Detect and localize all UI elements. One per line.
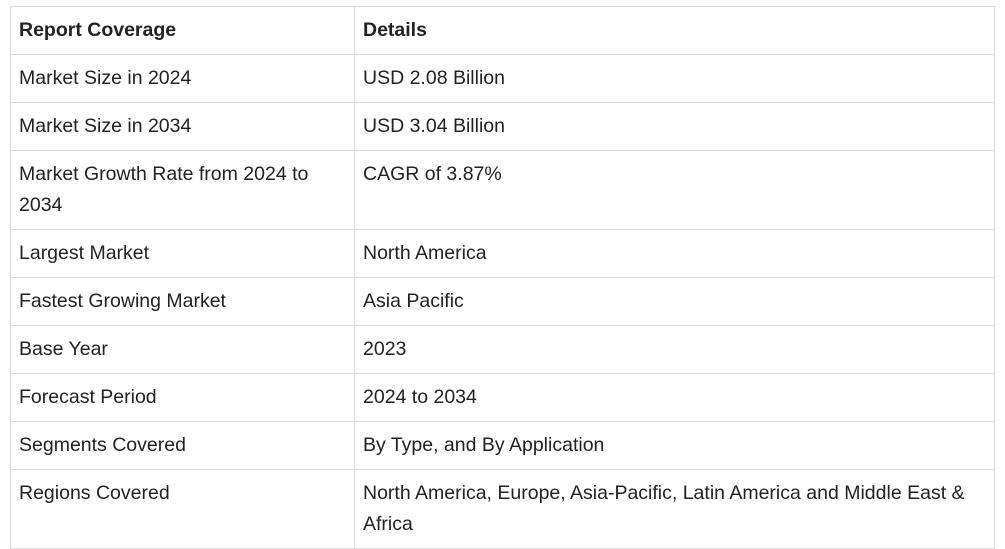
table-header-row: Report Coverage Details [10,6,995,55]
header-details: Details [354,6,995,55]
row-value: North America [354,229,995,278]
row-label: Regions Covered [10,469,355,549]
row-value: Asia Pacific [354,277,995,326]
row-value: USD 3.04 Billion [354,102,995,151]
table-row: Regions Covered North America, Europe, A… [10,469,995,549]
row-value: 2024 to 2034 [354,373,995,422]
table-row: Market Growth Rate from 2024 to 2034 CAG… [10,150,995,230]
row-label: Segments Covered [10,421,355,470]
row-value: USD 2.08 Billion [354,54,995,103]
row-label: Largest Market [10,229,355,278]
row-label: Base Year [10,325,355,374]
row-value: CAGR of 3.87% [354,150,995,230]
row-label: Fastest Growing Market [10,277,355,326]
table-row: Base Year 2023 [10,325,995,374]
table-row: Market Size in 2034 USD 3.04 Billion [10,102,995,151]
row-label: Market Size in 2034 [10,102,355,151]
table-row: Forecast Period 2024 to 2034 [10,373,995,422]
row-value: By Type, and By Application [354,421,995,470]
table-row: Market Size in 2024 USD 2.08 Billion [10,54,995,103]
header-report-coverage: Report Coverage [10,6,355,55]
row-value: North America, Europe, Asia-Pacific, Lat… [354,469,995,549]
table-row: Largest Market North America [10,229,995,278]
row-label: Market Growth Rate from 2024 to 2034 [10,150,355,230]
row-label: Forecast Period [10,373,355,422]
row-value: 2023 [354,325,995,374]
report-coverage-table: Report Coverage Details Market Size in 2… [10,6,995,549]
row-label: Market Size in 2024 [10,54,355,103]
table-row: Fastest Growing Market Asia Pacific [10,277,995,326]
table-row: Segments Covered By Type, and By Applica… [10,421,995,470]
